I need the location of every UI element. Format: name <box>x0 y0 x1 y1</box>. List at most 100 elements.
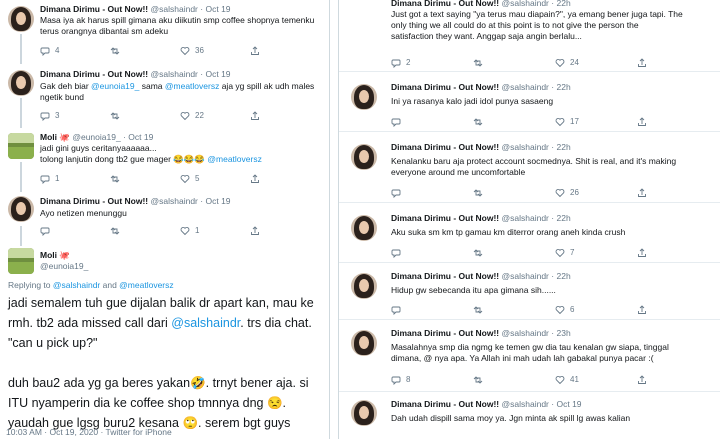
avatar[interactable] <box>8 70 34 96</box>
tweet-author[interactable]: Dimana Dirimu - Out Now!! @salshaindr · … <box>391 142 571 152</box>
like-button[interactable]: 24 <box>555 57 579 68</box>
reply-button[interactable]: 1 <box>40 173 59 184</box>
timestamp[interactable]: Oct 19 <box>205 4 230 14</box>
tweet-author[interactable]: Dimana Dirimu - Out Now!! @salshaindr · … <box>391 82 571 92</box>
tweet[interactable]: Dimana Dirimu - Out Now!! @salshaindr · … <box>0 0 329 64</box>
like-button[interactable]: 41 <box>555 374 579 385</box>
share-button[interactable] <box>637 116 647 127</box>
timestamp[interactable]: Oct 19 <box>128 132 153 142</box>
tweet-author[interactable]: Dimana Dirimu - Out Now!! @salshaindr · … <box>391 271 571 281</box>
timestamp[interactable]: 22h <box>556 82 570 92</box>
like-button[interactable]: 7 <box>555 247 574 258</box>
tweet[interactable]: Dimana Dirimu - Out Now!! @salshaindr · … <box>339 392 720 439</box>
mention-link[interactable]: @meatloversz <box>165 81 219 91</box>
timestamp[interactable]: Oct 19 <box>556 399 581 409</box>
tweet[interactable]: Dimana Dirimu - Out Now!! @salshaindr · … <box>339 72 720 132</box>
tweet-handle[interactable]: @eunoia19_ <box>40 261 88 271</box>
like-button[interactable]: 17 <box>555 116 579 127</box>
timestamp[interactable]: 22h <box>556 142 570 152</box>
retweet-button[interactable] <box>110 225 120 236</box>
avatar[interactable] <box>8 133 34 159</box>
mention-link[interactable]: @meatloversz <box>207 154 261 164</box>
share-button[interactable] <box>637 187 647 198</box>
reply-button[interactable]: 2 <box>391 57 410 68</box>
avatar[interactable] <box>351 400 377 426</box>
share-button[interactable] <box>250 173 260 184</box>
share-button[interactable] <box>250 225 260 236</box>
tweet[interactable]: Dimana Dirimu - Out Now!! @salshaindr · … <box>339 0 720 72</box>
mention-link[interactable]: @eunoia19_ <box>91 81 139 91</box>
timestamp[interactable]: Oct 19 <box>205 69 230 79</box>
mention-link[interactable]: @meatloversz <box>119 280 173 290</box>
tweet[interactable]: Dimana Dirimu - Out Now!! @salshaindr · … <box>0 64 329 128</box>
tweet-author[interactable]: Dimana Dirimu - Out Now!! @salshaindr · … <box>391 213 571 223</box>
tweet-author[interactable]: Dimana Dirimu - Out Now!! @salshaindr · … <box>391 399 582 409</box>
reply-button[interactable] <box>391 116 401 127</box>
retweet-button[interactable] <box>473 304 483 315</box>
retweet-button[interactable] <box>110 110 120 121</box>
like-button[interactable]: 36 <box>180 45 204 56</box>
timestamp[interactable]: 22h <box>556 0 570 8</box>
reply-button[interactable]: 8 <box>391 374 410 385</box>
retweet-button[interactable] <box>473 247 483 258</box>
tweet[interactable]: Dimana Dirimu - Out Now!! @salshaindr · … <box>339 263 720 320</box>
reply-button[interactable] <box>391 247 401 258</box>
tweet-author[interactable]: Dimana Dirimu - Out Now!! @salshaindr · … <box>391 0 571 8</box>
retweet-button[interactable] <box>110 173 120 184</box>
retweet-button[interactable] <box>473 57 483 68</box>
tweet-author[interactable]: Moli 🐙 @eunoia19_ · Oct 19 <box>40 132 153 143</box>
avatar[interactable] <box>351 84 377 110</box>
tweet[interactable]: Moli 🐙 @eunoia19_ · Oct 19 jadi gini guy… <box>0 128 329 192</box>
tweet[interactable]: Dimana Dirimu - Out Now!! @salshaindr · … <box>339 203 720 263</box>
tweet[interactable]: Dimana Dirimu - Out Now!! @salshaindr · … <box>339 320 720 392</box>
reply-button[interactable] <box>391 187 401 198</box>
mention-link[interactable]: @salshaindr <box>53 280 100 290</box>
avatar[interactable] <box>351 144 377 170</box>
share-button[interactable] <box>637 247 647 258</box>
reply-button[interactable] <box>40 225 50 236</box>
tweet-author[interactable]: Moli 🐙 <box>40 250 70 261</box>
share-button[interactable] <box>637 374 647 385</box>
retweet-button[interactable] <box>473 374 483 385</box>
timestamp[interactable]: 22h <box>556 213 570 223</box>
tweet[interactable]: Dimana Dirimu - Out Now!! @salshaindr · … <box>0 192 329 246</box>
reply-button[interactable] <box>391 304 401 315</box>
share-button[interactable] <box>637 57 647 68</box>
tweet-author[interactable]: Dimana Dirimu - Out Now!! @salshaindr · … <box>40 4 231 14</box>
share-button[interactable] <box>250 45 260 56</box>
like-button[interactable]: 26 <box>555 187 579 198</box>
handle: @salshaindr <box>501 328 549 338</box>
focused-tweet[interactable]: Moli 🐙 @eunoia19_ Replying to @salshaind… <box>0 246 329 439</box>
reply-button[interactable]: 4 <box>40 45 59 56</box>
retweet-button[interactable] <box>473 116 483 127</box>
tweet-author[interactable]: Dimana Dirimu - Out Now!! @salshaindr · … <box>40 69 231 79</box>
tweet[interactable]: Dimana Dirimu - Out Now!! @salshaindr · … <box>339 132 720 203</box>
avatar[interactable] <box>8 6 34 32</box>
timestamp[interactable]: 22h <box>556 271 570 281</box>
like-button[interactable]: 1 <box>180 225 199 236</box>
like-button[interactable]: 5 <box>180 173 199 184</box>
like-button[interactable]: 6 <box>555 304 574 315</box>
avatar[interactable] <box>351 215 377 241</box>
share-button[interactable] <box>637 304 647 315</box>
avatar[interactable] <box>8 196 34 222</box>
tweet-timestamp[interactable]: 10:03 AM · Oct 19, 2020 · Twitter for iP… <box>6 427 172 437</box>
share-button[interactable] <box>250 110 260 121</box>
retweet-icon <box>473 188 483 197</box>
tweet-author[interactable]: Dimana Dirimu - Out Now!! @salshaindr · … <box>391 328 571 338</box>
display-name: Dimana Dirimu - Out Now!! <box>391 82 500 92</box>
heart-icon <box>180 226 190 235</box>
avatar[interactable] <box>351 330 377 356</box>
reply-button[interactable]: 3 <box>40 110 59 121</box>
avatar[interactable] <box>351 273 377 299</box>
timestamp[interactable]: Oct 19 <box>205 196 230 206</box>
timestamp[interactable]: 23h <box>556 328 570 338</box>
avatar[interactable] <box>8 248 34 274</box>
retweet-icon <box>473 58 483 67</box>
tweet-author[interactable]: Dimana Dirimu - Out Now!! @salshaindr · … <box>40 196 231 206</box>
retweet-button[interactable] <box>110 45 120 56</box>
like-button[interactable]: 22 <box>180 110 204 121</box>
mention-link[interactable]: @salshaindr <box>171 316 240 330</box>
reply-icon <box>391 306 401 315</box>
retweet-button[interactable] <box>473 187 483 198</box>
